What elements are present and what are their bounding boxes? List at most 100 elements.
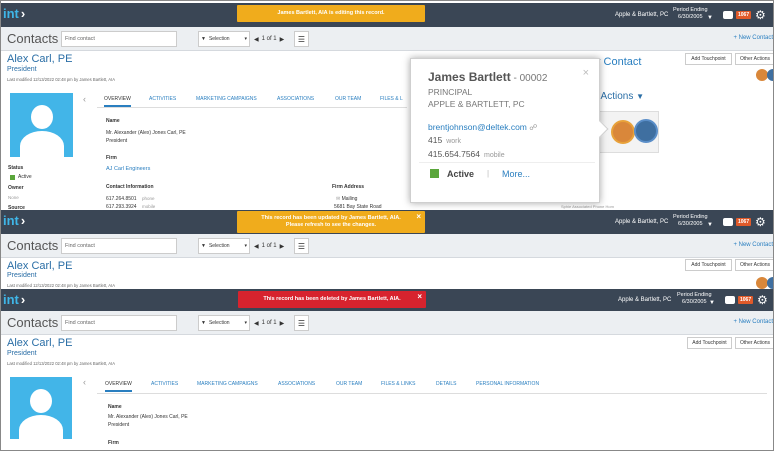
- avatar: [10, 377, 72, 439]
- next-icon[interactable]: ▶: [280, 36, 285, 43]
- next-icon[interactable]: ▶: [280, 320, 285, 327]
- tab-files-links[interactable]: FILES & LINKS: [381, 381, 415, 387]
- gear-icon[interactable]: ⚙: [755, 9, 766, 21]
- tab-our-team[interactable]: OUR TEAM: [335, 96, 361, 102]
- status-icon: [430, 169, 439, 178]
- add-touchpoint-button[interactable]: Add Touchpoint: [685, 53, 732, 65]
- popup-phone-mobile: 415.654.7564 mobile: [428, 149, 505, 159]
- editing-banner: James Bartlett, AIA is editing this reco…: [237, 5, 425, 22]
- tab-marketing-campaigns[interactable]: MARKETING CAMPAIGNS: [197, 381, 258, 387]
- search-input[interactable]: [61, 31, 177, 47]
- period-dropdown-icon[interactable]: ▼: [707, 15, 713, 21]
- close-icon[interactable]: ×: [583, 67, 589, 79]
- popup-more-link[interactable]: More...: [502, 169, 530, 179]
- company-name: Apple & Bartlett, PC: [618, 297, 672, 303]
- owner-label: Owner: [8, 185, 24, 191]
- full-name: Mr. Alexander (Alex) Jones Carl, PE: [106, 130, 186, 136]
- notification-badge[interactable]: 1067: [736, 11, 752, 19]
- tab-divider: [97, 393, 767, 394]
- app-logo[interactable]: int ›: [3, 213, 25, 228]
- team-avatar-orange[interactable]: [611, 120, 635, 144]
- new-contact-button[interactable]: + New Contact: [733, 35, 773, 41]
- gear-icon[interactable]: ⚙: [755, 216, 766, 228]
- gear-icon[interactable]: ⚙: [757, 294, 768, 306]
- selection-dropdown[interactable]: ▼ Selection ▾: [198, 315, 250, 331]
- other-actions-partial[interactable]: r Actions ▼: [595, 91, 644, 102]
- search-input[interactable]: [61, 315, 177, 331]
- tab-marketing-campaigns[interactable]: MARKETING CAMPAIGNS: [196, 96, 257, 102]
- team-avatar-blue[interactable]: [634, 119, 658, 143]
- chevron-left-icon[interactable]: ‹: [83, 94, 86, 104]
- pager: ◀ 1 of 1 ▶: [254, 36, 285, 43]
- record-modified: Last modified 12/13/2022 02:48 pm by Jam…: [7, 283, 116, 288]
- notification-badge[interactable]: 1067: [738, 296, 754, 304]
- page-title: Contacts: [7, 238, 59, 253]
- search-input[interactable]: [61, 238, 177, 254]
- popup-email[interactable]: brentjohnson@deltek.com ☍: [428, 122, 537, 132]
- chevron-left-icon[interactable]: ‹: [83, 377, 86, 387]
- other-actions-button[interactable]: Other Actions: [735, 337, 773, 349]
- tab-files-links[interactable]: FILES & L: [380, 96, 403, 102]
- filter-icon: ▼: [201, 243, 206, 249]
- app-logo[interactable]: int ›: [3, 6, 25, 21]
- record-modified: Last modified 12/13/2022 02:48 pm by Jam…: [7, 361, 116, 366]
- selection-dropdown[interactable]: ▼ Selection ▾: [198, 31, 250, 47]
- record-name: Alex Carl, PE: [7, 53, 73, 65]
- next-icon[interactable]: ▶: [280, 243, 285, 250]
- record-title: President: [7, 66, 37, 73]
- company-name: Apple & Bartlett, PC: [615, 12, 669, 18]
- selection-dropdown[interactable]: ▼ Selection ▾: [198, 238, 250, 254]
- firm-link[interactable]: AJ Carl Engineers: [106, 166, 150, 172]
- tab-overview[interactable]: OVERVIEW: [105, 381, 132, 392]
- chat-icon[interactable]: [723, 218, 733, 226]
- close-icon[interactable]: ×: [417, 293, 422, 301]
- popup-phone-work: 415 work: [428, 135, 461, 145]
- role: President: [108, 422, 130, 428]
- prev-icon[interactable]: ◀: [254, 320, 259, 327]
- add-touchpoint-button[interactable]: Add Touchpoint: [687, 337, 732, 349]
- tab-activities[interactable]: ACTIVITIES: [151, 381, 178, 387]
- tab-associations[interactable]: ASSOCIATIONS: [277, 96, 314, 102]
- tab-associations[interactable]: ASSOCIATIONS: [278, 381, 315, 387]
- tab-activities[interactable]: ACTIVITIES: [149, 96, 176, 102]
- other-actions-button[interactable]: Other Actions: [735, 53, 773, 65]
- new-contact-button[interactable]: + New Contact: [733, 242, 773, 248]
- new-contact-title-partial: v Contact: [595, 56, 642, 68]
- chat-icon[interactable]: [723, 11, 733, 19]
- tab-our-team[interactable]: OUR TEAM: [336, 381, 362, 387]
- name-label: Name: [106, 118, 120, 124]
- updated-banner: This record has been updated by James Ba…: [237, 211, 425, 233]
- period-ending[interactable]: Period Ending 6/30/2005: [673, 7, 708, 21]
- team-avatar[interactable]: [767, 277, 773, 289]
- contacts-toolbar: Contacts ▼Selection▾ ◀1 of 1▶ ☰ + New Co…: [1, 311, 773, 335]
- prev-icon[interactable]: ◀: [254, 36, 259, 43]
- list-view-button[interactable]: ☰: [294, 315, 309, 331]
- avatar: [10, 93, 73, 157]
- mailing-label: ✉ Mailing: [336, 196, 358, 202]
- avatar-head: [30, 389, 52, 413]
- popup-company: APPLE & BARTLETT, PC: [428, 99, 525, 109]
- tab-personal-information[interactable]: PERSONAL INFORMATION: [476, 381, 539, 387]
- chat-icon[interactable]: [725, 296, 735, 304]
- period-ending[interactable]: Period Ending 6/30/2005: [673, 214, 708, 228]
- period-dropdown-icon[interactable]: ▼: [709, 300, 715, 306]
- period-dropdown-icon[interactable]: ▼: [707, 222, 713, 228]
- tab-overview[interactable]: OVERVIEW: [104, 96, 131, 107]
- status-icon: [10, 175, 15, 180]
- chevron-down-icon: ▾: [244, 36, 247, 42]
- team-avatar[interactable]: [767, 69, 773, 81]
- other-actions-button[interactable]: Other Actions: [735, 259, 773, 271]
- period-ending[interactable]: Period Ending 6/30/2005: [677, 292, 712, 306]
- list-view-button[interactable]: ☰: [294, 238, 309, 254]
- pager: ◀ 1 of 1 ▶: [254, 243, 285, 250]
- notification-badge[interactable]: 1067: [736, 218, 752, 226]
- close-icon[interactable]: ×: [416, 213, 421, 221]
- tab-details[interactable]: DETAILS: [436, 381, 456, 387]
- add-touchpoint-button[interactable]: Add Touchpoint: [685, 259, 732, 271]
- status-label: Status: [8, 165, 24, 171]
- new-contact-button[interactable]: + New Contact: [733, 319, 773, 325]
- contact-hover-card: James Bartlett - 00002 × PRINCIPAL APPLE…: [410, 58, 609, 203]
- prev-icon[interactable]: ◀: [254, 243, 259, 250]
- list-view-button[interactable]: ☰: [294, 31, 309, 47]
- app-logo[interactable]: int ›: [3, 292, 25, 307]
